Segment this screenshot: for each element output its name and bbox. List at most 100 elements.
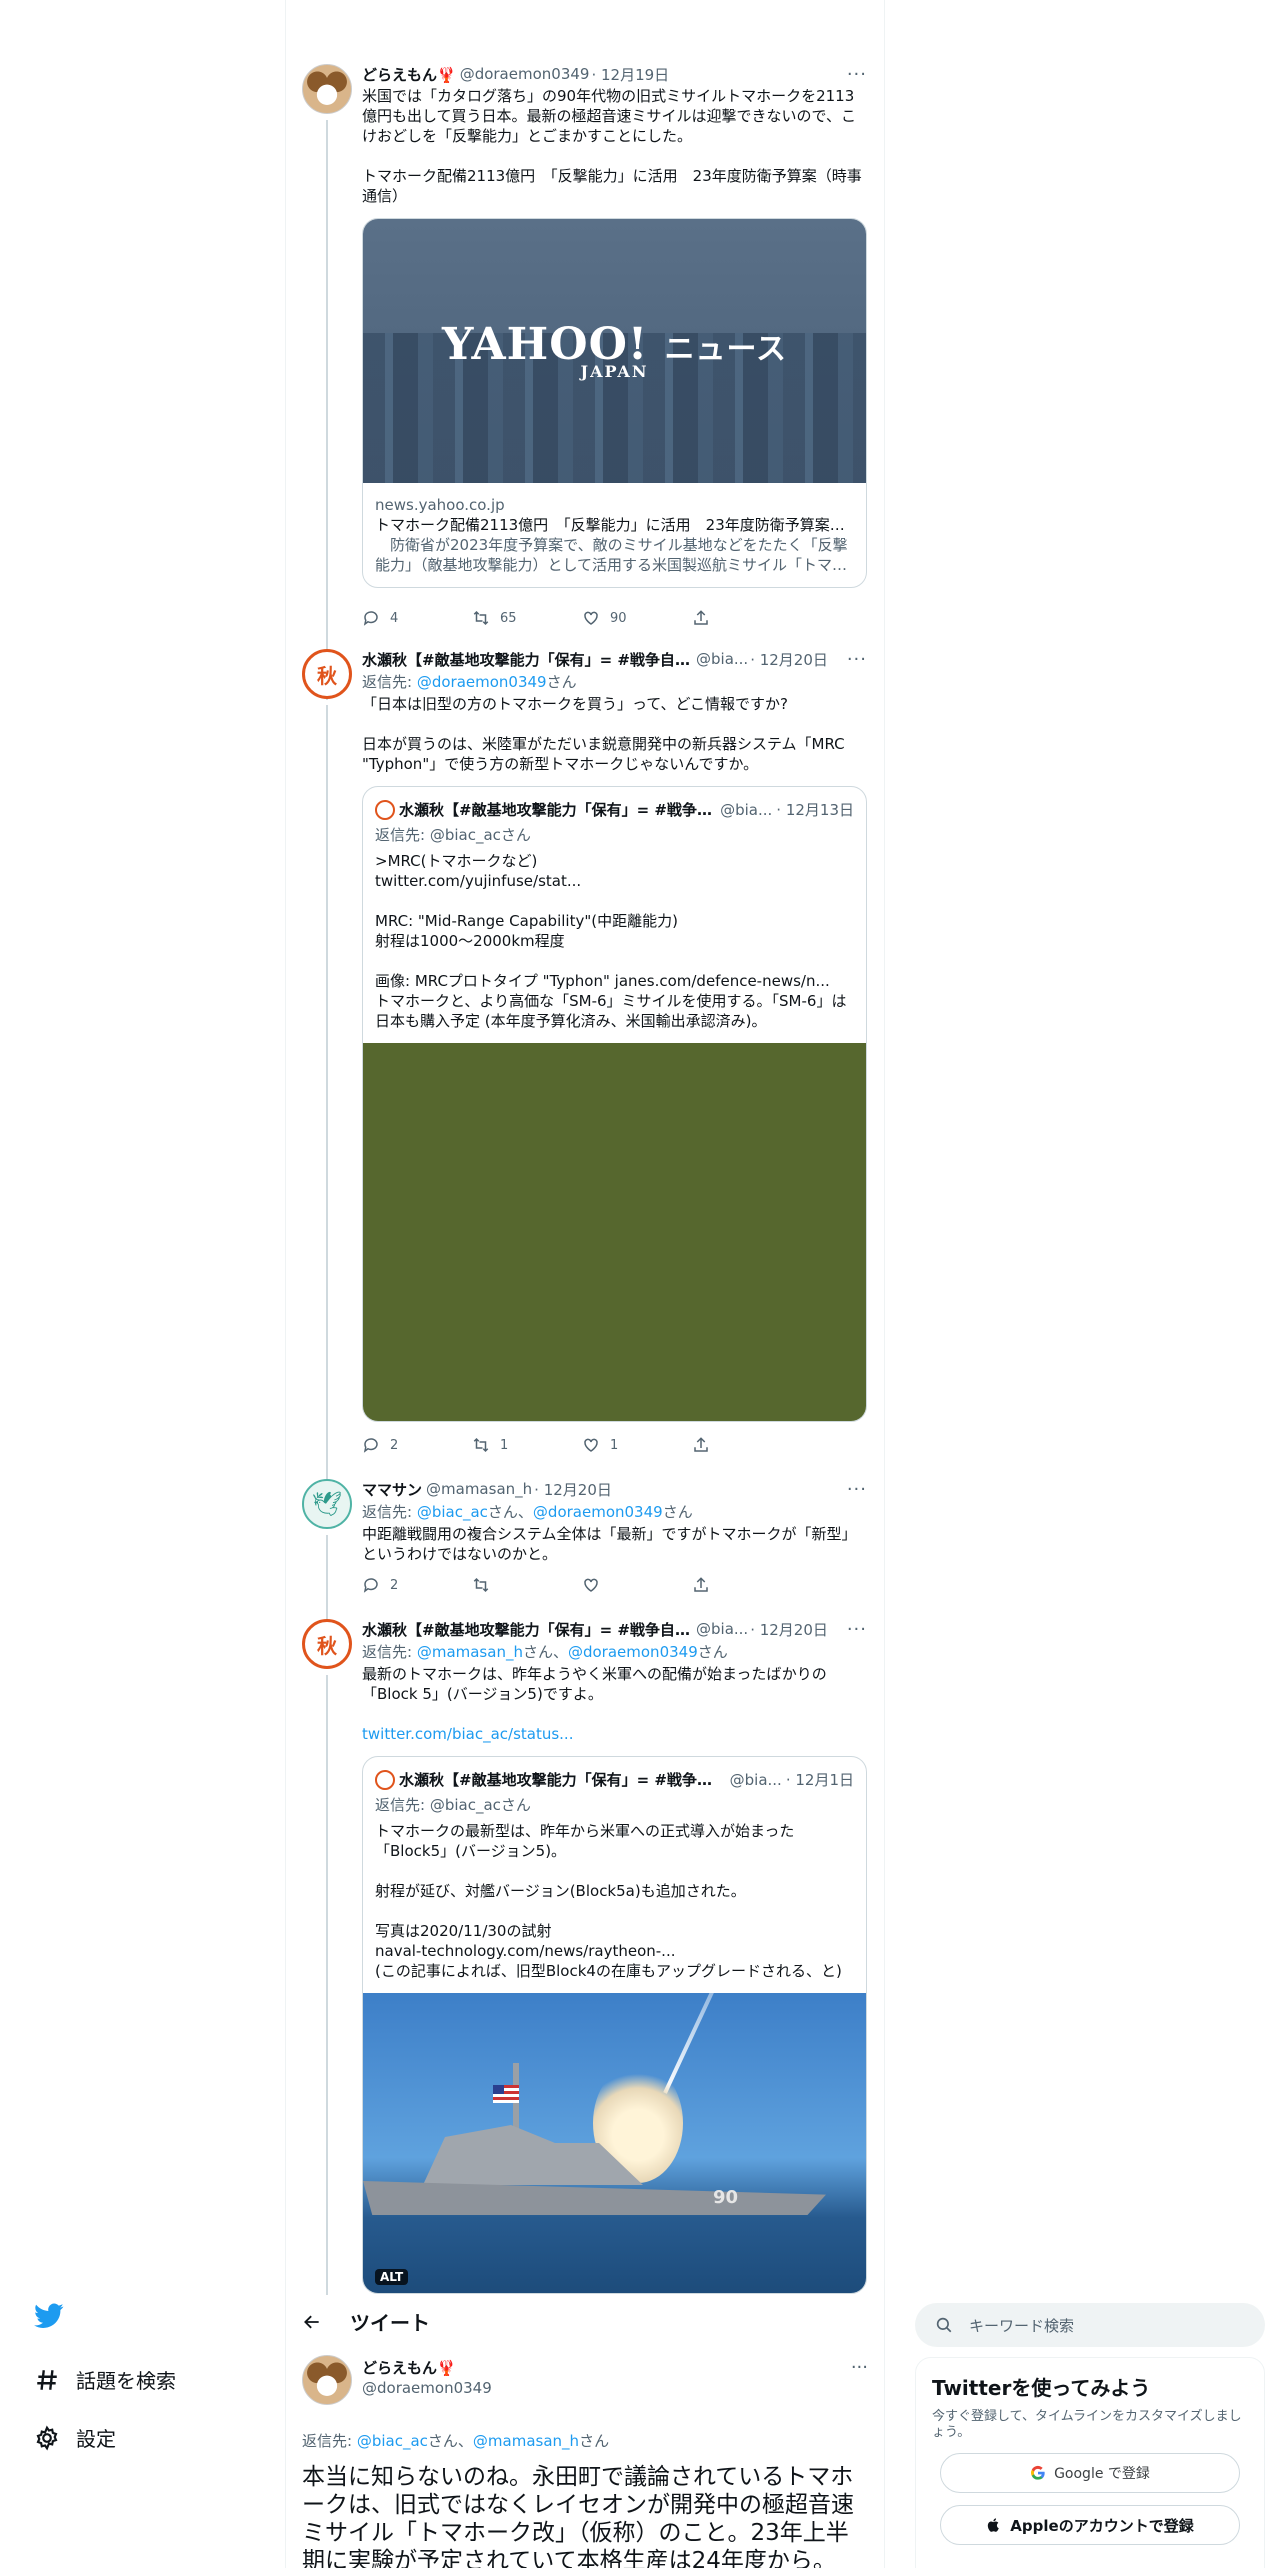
nav-explore[interactable]: 話題を検索: [34, 2365, 176, 2394]
like-button[interactable]: 1: [582, 1435, 682, 1455]
mention-link[interactable]: @biac_ac: [417, 1503, 488, 1521]
mention-link[interactable]: @doraemon0349: [417, 673, 547, 691]
heart-icon: [584, 1578, 598, 1592]
quote-author-handle: @bia...: [729, 1770, 782, 1789]
author-handle[interactable]: @doraemon0349: [460, 65, 590, 83]
quote-author-name: 水瀬秋【#敵基地攻撃能力「保有」= #戦争自由...: [399, 801, 717, 819]
mention-link[interactable]: @biac_ac: [357, 2432, 428, 2450]
share-icon: [694, 1437, 708, 1452]
quote-image[interactable]: [363, 1043, 866, 1421]
tweet-date[interactable]: · 12月20日: [534, 1479, 612, 1499]
share-button[interactable]: [692, 1435, 792, 1455]
share-icon: [694, 610, 708, 625]
quote-date: · 12月13日: [776, 801, 854, 819]
more-icon[interactable]: ···: [847, 1479, 867, 1500]
heart-icon: [584, 1438, 598, 1452]
us-flag: [493, 2085, 519, 2103]
tweet-date[interactable]: · 12月19日: [591, 64, 669, 84]
reply-icon: [363, 1438, 378, 1453]
thread: どらえもん🦞 @doraemon0349 · 12月19日 ··· 米国では「カ…: [286, 0, 884, 2315]
signup-title: Twitterを使ってみよう: [932, 2376, 1151, 2400]
signup-subtitle: 今すぐ登録して、タイムラインをカスタマイズしましょう。: [932, 2409, 1242, 2440]
retweet-button[interactable]: 1: [472, 1435, 572, 1455]
destroyer-hull: [363, 2181, 826, 2215]
link-card[interactable]: YAHOO! ニュース JAPAN news.yahoo.co.jp トマホーク…: [362, 218, 867, 588]
nav-settings[interactable]: 設定: [34, 2423, 116, 2452]
left-nav: 話題を検索 設定: [0, 2295, 285, 2568]
tweet-date[interactable]: · 12月20日: [750, 649, 828, 669]
quote-author-handle: @bia...: [720, 800, 773, 819]
quote-reply-to: 返信先: @biac_acさん: [375, 826, 531, 844]
author-name[interactable]: どらえもん🦞: [362, 2357, 456, 2378]
mention-link[interactable]: @mamasan_h: [473, 2432, 579, 2450]
signup-box: Twitterを使ってみよう 今すぐ登録して、タイムラインをカスタマイズしましょ…: [915, 2357, 1265, 2568]
tweet-text: 中距離戦闘用の複合システム全体は「最新」ですがトマホークが「新型」というわけでは…: [362, 1525, 857, 1563]
author-name[interactable]: どらえもん🦞: [362, 64, 456, 84]
more-icon[interactable]: ···: [847, 1619, 867, 1640]
mention-link[interactable]: @mamasan_h: [417, 1643, 523, 1661]
retweet-button[interactable]: 65: [472, 608, 572, 628]
card-domain: news.yahoo.co.jp: [375, 496, 505, 514]
share-button[interactable]: [692, 1575, 792, 1595]
twitter-logo-icon[interactable]: [34, 2303, 64, 2329]
mention-link[interactable]: @doraemon0349: [568, 1643, 698, 1661]
quote-tweet[interactable]: 水瀬秋【#敵基地攻撃能力「保有」= #戦争自由... @bia... · 12月…: [362, 1756, 867, 2294]
tweet-date[interactable]: · 12月20日: [750, 1619, 828, 1639]
thread-line: [326, 1675, 328, 2315]
like-button[interactable]: 90: [582, 608, 682, 628]
search-input[interactable]: キーワード検索: [915, 2303, 1265, 2347]
author-name[interactable]: 水瀬秋【#敵基地攻撃能力「保有」= #戦争自由...: [362, 649, 692, 669]
like-button[interactable]: [582, 1575, 682, 1595]
quote-avatar: [375, 1769, 395, 1790]
author-name[interactable]: 水瀬秋【#敵基地攻撃能力「保有」= #戦争自由...: [362, 1619, 692, 1639]
search-icon: [936, 2317, 952, 2333]
retweet-icon: [473, 1577, 489, 1593]
quote-text: トマホークの最新型は、昨年から米軍への正式導入が始まった「Block5」(バージ…: [375, 1822, 842, 1980]
author-handle[interactable]: @doraemon0349: [362, 2379, 492, 2397]
quote-date: · 12月1日: [785, 1771, 854, 1789]
reply-button[interactable]: 2: [362, 1435, 462, 1455]
apple-icon: [988, 2518, 1000, 2532]
quote-reply-to: 返信先: @biac_acさん: [375, 1796, 531, 1814]
author-handle[interactable]: @bia...: [696, 650, 748, 668]
quote-text: >MRC(トマホークなど) twitter.com/yujinfuse/stat…: [375, 852, 847, 1030]
tweet-text: 最新のトマホークは、昨年ようやく米軍への配備が始まったばかりの「Block 5」…: [362, 1665, 827, 1703]
retweet-button[interactable]: [472, 1575, 572, 1595]
avatar[interactable]: 秋: [302, 649, 352, 699]
heart-icon: [584, 611, 598, 625]
quote-avatar: [375, 799, 395, 820]
page-title: ツイート: [350, 2311, 430, 2335]
card-image: YAHOO! ニュース JAPAN: [363, 219, 866, 483]
more-icon[interactable]: ···: [851, 2357, 868, 2378]
quote-author-name: 水瀬秋【#敵基地攻撃能力「保有」= #戦争自由...: [399, 1771, 726, 1789]
right-divider: [884, 0, 885, 2568]
back-arrow-icon[interactable]: [302, 2312, 322, 2332]
avatar[interactable]: [302, 2355, 352, 2405]
retweet-icon: [473, 1437, 489, 1453]
reply-button[interactable]: 4: [362, 608, 462, 628]
reply-icon: [363, 1578, 378, 1593]
card-description: 防衛省が2023年度予算案で、敵のミサイル基地などをたたく「反撃能力」（敵基地攻…: [375, 536, 848, 574]
more-icon[interactable]: ···: [847, 649, 867, 670]
author-name[interactable]: ママサン: [362, 1479, 422, 1499]
detail-header: ツイート: [302, 2307, 430, 2336]
avatar[interactable]: 🕊: [302, 1479, 352, 1529]
reply-button[interactable]: 2: [362, 1575, 462, 1595]
quote-tweet[interactable]: 水瀬秋【#敵基地攻撃能力「保有」= #戦争自由... @bia... · 12月…: [362, 786, 867, 1422]
apple-signup-button[interactable]: Appleのアカウントで登録: [940, 2505, 1240, 2545]
author-handle[interactable]: @bia...: [696, 1620, 748, 1638]
hashtag-icon: [37, 2369, 57, 2390]
avatar[interactable]: 秋: [302, 1619, 352, 1669]
tweet-link[interactable]: twitter.com/biac_ac/status...: [362, 1724, 867, 1744]
google-signup-button[interactable]: Google で登録: [940, 2453, 1240, 2493]
avatar[interactable]: [302, 64, 352, 114]
warship-launch-image[interactable]: 90 ALT: [363, 1993, 866, 2293]
gear-icon: [36, 2424, 58, 2451]
more-icon[interactable]: ···: [847, 64, 867, 85]
mention-link[interactable]: @doraemon0349: [533, 1503, 663, 1521]
reply-to: 返信先: @doraemon0349さん: [362, 673, 577, 691]
author-handle[interactable]: @mamasan_h: [426, 1480, 532, 1498]
tweet-text: 本当に知らないのね。永田町で議論されているトマホークは、旧式ではなくレイセオンが…: [302, 2464, 854, 2568]
share-button[interactable]: [692, 608, 792, 628]
alt-badge[interactable]: ALT: [375, 2269, 409, 2285]
